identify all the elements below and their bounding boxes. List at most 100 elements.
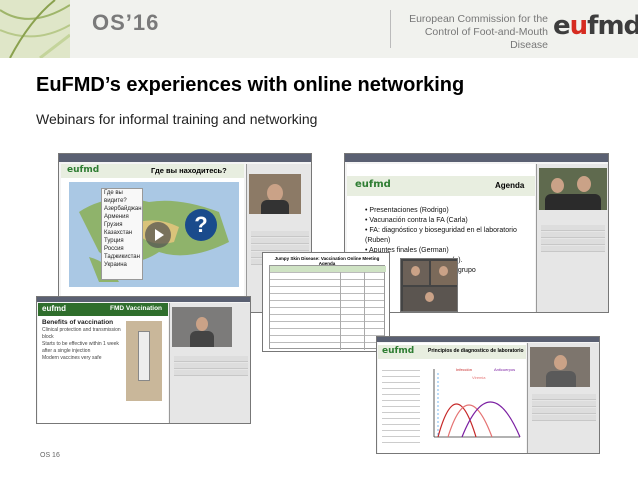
list-item — [541, 239, 605, 245]
slide-line: Starts to be effective within 1 week aft… — [42, 341, 119, 354]
slide-header: eufmd Principios de diagnostico de labor… — [378, 345, 526, 359]
commission-name: European Commission for the Control of F… — [409, 13, 548, 51]
side-panel — [169, 303, 250, 423]
list-item — [532, 401, 596, 407]
play-button[interactable] — [145, 222, 171, 248]
presenter-face — [196, 317, 208, 331]
slide-footer: OS 16 — [40, 452, 60, 459]
menu-item[interactable]: Турция — [102, 237, 142, 245]
presenter-body — [190, 331, 214, 347]
participant-face — [425, 292, 434, 302]
participant-video — [403, 287, 457, 311]
participant-bodies — [545, 194, 601, 210]
slide-header: eufmd Где вы находитесь? — [61, 164, 244, 178]
menu-item[interactable]: Азербайджан — [102, 205, 142, 213]
attendee-list — [539, 224, 607, 253]
slide-brand: eufmd — [355, 179, 391, 190]
agenda-item: • FA: diagnóstico y bioseguridad en el l… — [365, 227, 517, 244]
menu-item[interactable]: Грузия — [102, 221, 142, 229]
list-item — [174, 356, 248, 362]
menu-item[interactable]: Россия — [102, 245, 142, 253]
table-header — [270, 266, 386, 272]
slide-area: eufmd Где вы находитесь? ? Где вы видите… — [61, 164, 244, 312]
list-item — [251, 238, 309, 244]
curve-label: Infección — [456, 367, 473, 372]
list-item — [532, 415, 596, 421]
side-panel — [536, 164, 608, 312]
slide-title: Principios de diagnostico de laboratorio — [428, 348, 524, 354]
decorative-lines-icon — [0, 0, 70, 58]
list-item — [532, 394, 596, 400]
slide-heading: Benefits of vaccination — [42, 319, 114, 326]
table-divider — [364, 266, 365, 350]
list-item — [251, 245, 309, 251]
list-item — [174, 363, 248, 369]
dropdown-menu[interactable]: Где вы видите? Азербайджан Армения Грузи… — [101, 188, 143, 280]
slide-brand: eufmd — [42, 304, 66, 313]
curve-label: Anticuerpos — [494, 367, 516, 372]
header-divider — [390, 10, 391, 48]
list-item — [532, 408, 596, 414]
slide-line: Modern vaccines very safe — [42, 355, 102, 361]
window-chrome — [377, 337, 599, 342]
participant-face — [411, 266, 420, 276]
page-title: EuFMD’s experiences with online networki… — [36, 74, 465, 96]
presenter-body — [261, 200, 289, 214]
meeting-agenda-document: Jumpy Skin Disease: Vaccination Online M… — [262, 252, 390, 352]
slide-title: Где вы находитесь? — [151, 166, 227, 175]
list-item — [541, 232, 605, 238]
menu-item[interactable]: Казахстан — [102, 229, 142, 237]
attendee-list — [530, 393, 598, 422]
slide-line: Clinical protection and transmission blo… — [42, 327, 121, 340]
play-icon — [155, 229, 164, 241]
webcam-video — [249, 174, 301, 214]
presenter-body — [546, 371, 576, 387]
participant-video — [431, 261, 457, 285]
window-chrome — [37, 297, 250, 302]
syringe-icon — [138, 331, 150, 381]
curve-label: Viremia — [472, 375, 486, 380]
slide-brand: eufmd — [67, 165, 100, 175]
list-item — [541, 225, 605, 231]
webcam-video — [172, 307, 232, 347]
help-icon: ? — [185, 209, 217, 241]
eufmd-logo: eufmd — [553, 11, 638, 41]
webinar-screenshot-diagnosis: eufmd Principios de diagnostico de labor… — [376, 336, 600, 454]
list-item — [541, 246, 605, 252]
participant-face — [439, 266, 448, 276]
slide-area: eufmd Principios de diagnostico de labor… — [378, 343, 526, 453]
menu-item[interactable]: Где вы видите? — [102, 189, 142, 205]
webinar-screenshot-vaccination: eufmd FMD Vaccination Benefits of vaccin… — [36, 296, 251, 424]
slide-area: eufmd FMD Vaccination Benefits of vaccin… — [38, 303, 168, 423]
side-panel — [527, 343, 599, 453]
slide-body: Benefits of vaccination Clinical protect… — [42, 319, 122, 362]
attendee-list — [172, 355, 250, 377]
agenda-item: • Vacunación contra la FA (Carla) — [365, 217, 468, 224]
window-chrome — [59, 154, 311, 162]
vaccine-photo — [126, 321, 162, 401]
list-item — [174, 370, 248, 376]
agenda-item: • Presentaciones (Rodrigo) — [365, 207, 449, 214]
slide-bullets — [382, 365, 420, 445]
table-divider — [340, 266, 341, 350]
webcam-overlay — [400, 258, 458, 312]
slide-brand: eufmd — [382, 346, 415, 356]
page-subtitle: Webinars for informal training and netwo… — [36, 111, 318, 127]
slide-header: eufmd FMD Vaccination — [38, 303, 168, 316]
webcam-video — [530, 347, 590, 387]
menu-item[interactable]: Армения — [102, 213, 142, 221]
participant-face — [551, 178, 564, 193]
menu-item[interactable]: Таджикистан — [102, 253, 142, 261]
header-decoration — [0, 0, 70, 58]
slide-header: eufmd Agenda — [347, 176, 535, 196]
window-chrome — [345, 154, 608, 162]
slide-title: FMD Vaccination — [110, 305, 163, 312]
webcam-video — [539, 168, 607, 210]
presenter-face — [554, 355, 567, 370]
event-label: OS’16 — [92, 10, 160, 35]
menu-item[interactable]: Украина — [102, 261, 142, 269]
diagnosis-curve-chart: Infección Viremia Anticuerpos — [426, 363, 522, 447]
list-item — [251, 231, 309, 237]
slide-title: Agenda — [495, 181, 525, 190]
agenda-table — [269, 265, 386, 350]
